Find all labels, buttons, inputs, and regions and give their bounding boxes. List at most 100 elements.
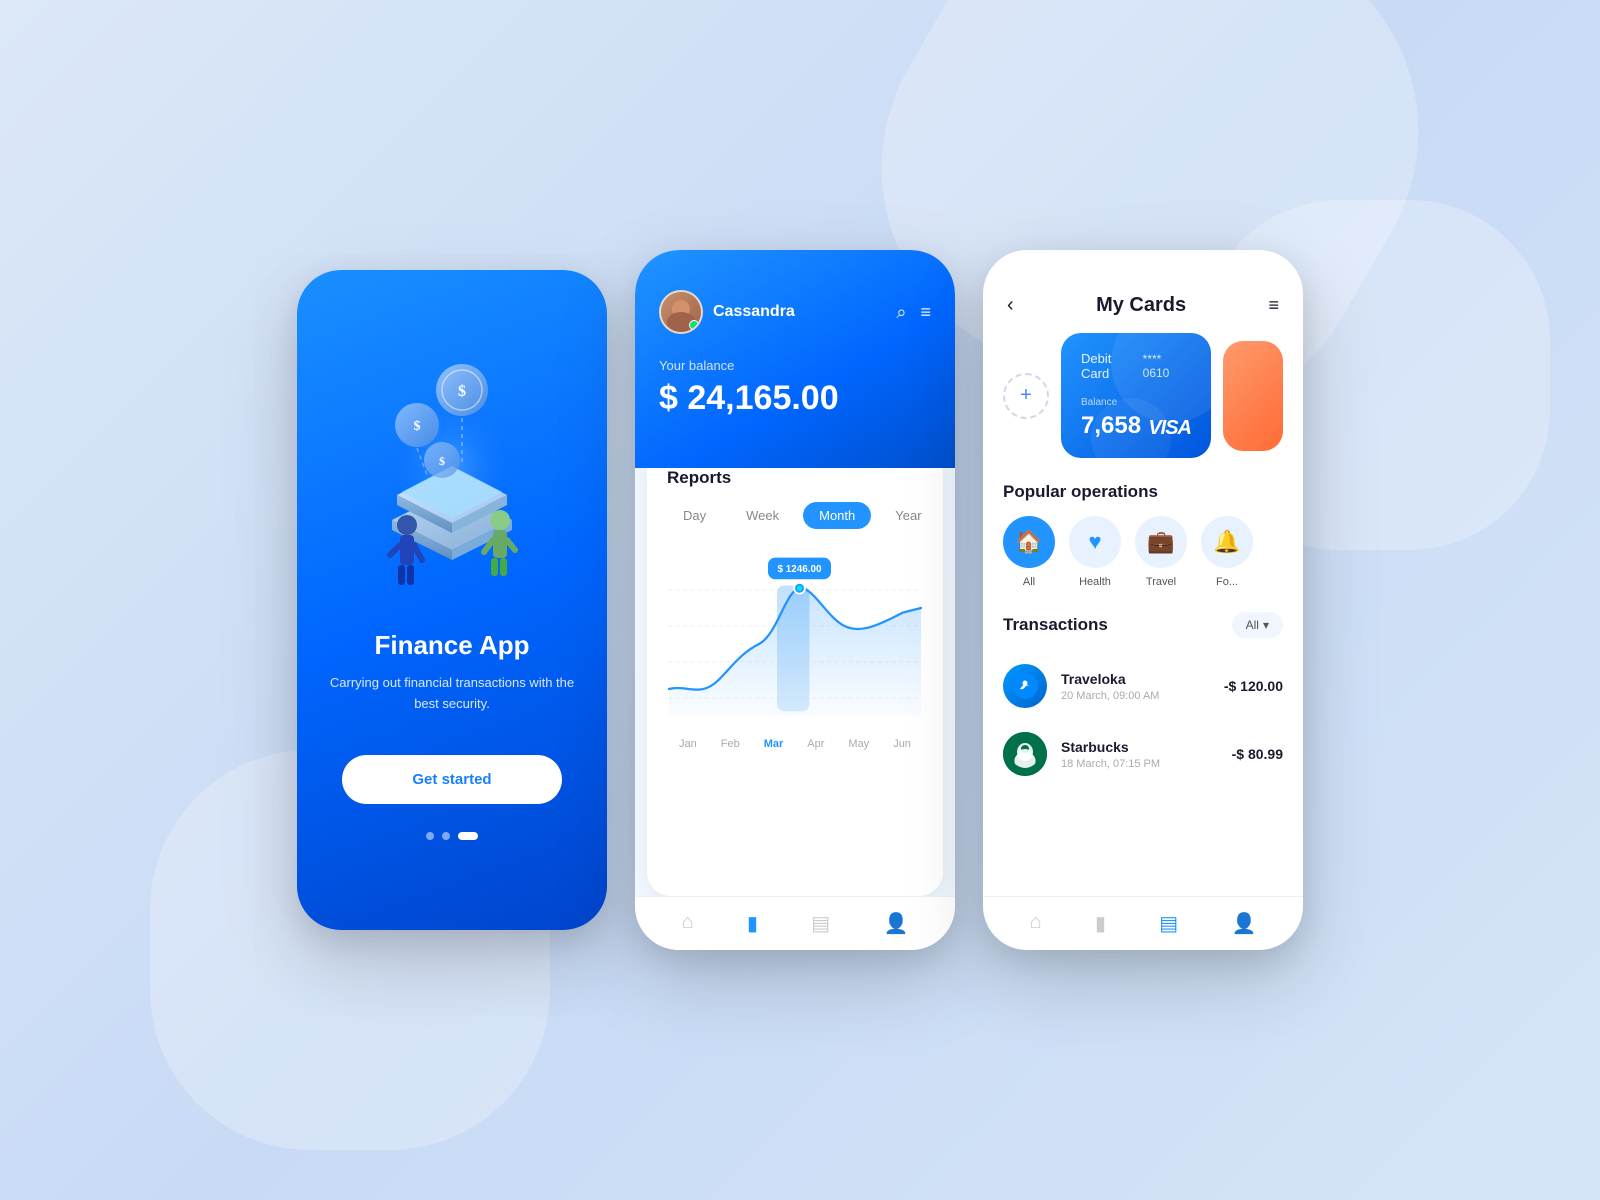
operation-health[interactable]: ♥ Health [1069,516,1121,588]
header-actions: ⌕ ≡ [896,302,931,323]
finance-app-title: Finance App [374,630,529,661]
my-cards-title: My Cards [1096,294,1186,317]
traveloka-name: Traveloka [1061,671,1210,687]
transactions-header: Transactions All ▾ [983,612,1303,638]
reports-title: Reports [667,468,923,488]
debit-card[interactable]: Debit Card **** 0610 Balance 7,658 VISA [1061,333,1211,458]
transaction-starbucks[interactable]: Starbucks 18 March, 07:15 PM -$ 80.99 [983,720,1303,788]
dashboard-header: Cassandra ⌕ ≡ Your balance $ 24,165.00 [635,250,955,468]
finance-illustration: $ $ $ [332,330,572,610]
finance-app-subtitle: Carrying out financial transactions with… [327,673,577,715]
nav-cards-icon-3[interactable]: ▤ [1159,911,1178,936]
menu-button[interactable]: ≡ [1268,295,1279,316]
card-balance-amount: 7,658 [1081,412,1141,440]
operation-all[interactable]: 🏠 All [1003,516,1055,588]
operation-travel-icon: 💼 [1135,516,1187,568]
header-top-row: Cassandra ⌕ ≡ [659,290,931,334]
nav-profile-icon[interactable]: 👤 [883,911,908,936]
card-top: Debit Card **** 0610 [1081,351,1191,381]
nav-home-icon-3[interactable]: ⌂ [1030,911,1042,936]
x-label-feb: Feb [721,738,740,750]
time-tabs: Day Week Month Year [667,502,923,529]
operation-health-label: Health [1079,576,1111,588]
back-button[interactable]: ‹ [1007,294,1014,317]
visa-logo: VISA [1148,417,1191,440]
dot-3 [458,832,478,840]
card-balance-label: Balance [1081,397,1191,408]
chart-area: Reports Day Week Month Year [647,448,943,896]
chart-x-labels: Jan Feb Mar Apr May Jun [667,730,923,762]
operation-food-icon: 🔔 [1201,516,1253,568]
page-dots [426,832,478,840]
operation-food[interactable]: 🔔 Fo... [1201,516,1253,588]
user-avatar [659,290,703,334]
operation-food-label: Fo... [1216,576,1238,588]
cards-section: + Debit Card **** 0610 Balance 7,658 VIS… [983,333,1303,458]
svg-text:$: $ [458,383,466,400]
tab-week[interactable]: Week [730,502,795,529]
x-label-jun: Jun [893,738,911,750]
menu-icon[interactable]: ≡ [920,302,931,323]
starbucks-info: Starbucks 18 March, 07:15 PM [1061,739,1218,770]
traveloka-date: 20 March, 09:00 AM [1061,690,1210,702]
starbucks-date: 18 March, 07:15 PM [1061,758,1218,770]
svg-text:$: $ [439,454,445,468]
phone-finance-app: $ $ $ [297,270,607,930]
phone-my-cards: ‹ My Cards ≡ + Debit Card **** 0610 Bala… [983,250,1303,950]
traveloka-logo [1003,664,1047,708]
starbucks-name: Starbucks [1061,739,1218,755]
phone-dashboard: Cassandra ⌕ ≡ Your balance $ 24,165.00 R… [635,250,955,950]
traveloka-info: Traveloka 20 March, 09:00 AM [1061,671,1210,702]
card-bottom: 7,658 VISA [1081,412,1191,440]
x-label-mar: Mar [764,738,784,750]
transactions-filter[interactable]: All ▾ [1232,612,1283,638]
nav-profile-icon-3[interactable]: 👤 [1231,911,1256,936]
starbucks-amount: -$ 80.99 [1232,746,1283,762]
x-label-jan: Jan [679,738,697,750]
operation-health-icon: ♥ [1069,516,1121,568]
operation-travel-label: Travel [1146,576,1176,588]
nav-chart-icon[interactable]: ▮ [747,911,758,936]
nav-home-icon[interactable]: ⌂ [682,911,694,936]
x-label-apr: Apr [807,738,824,750]
tab-month[interactable]: Month [803,502,871,529]
phones-container: $ $ $ [297,250,1303,950]
operations-row: 🏠 All ♥ Health 💼 Travel 🔔 Fo... [983,516,1303,588]
starbucks-logo [1003,732,1047,776]
get-started-button[interactable]: Get started [342,755,561,804]
chevron-down-icon: ▾ [1263,618,1269,632]
search-icon[interactable]: ⌕ [896,302,906,323]
nav-chart-icon-3[interactable]: ▮ [1095,911,1106,936]
chart-container: $ 1246.00 Jan Feb Mar Apr May Jun [667,545,923,896]
username-label: Cassandra [713,303,795,321]
transactions-title: Transactions [1003,615,1108,635]
phone1-content: $ $ $ [297,270,607,930]
online-indicator [689,320,699,330]
popular-operations-title: Popular operations [983,482,1303,502]
my-cards-header: ‹ My Cards ≡ [983,250,1303,333]
my-cards-bottom-nav: ⌂ ▮ ▤ 👤 [983,896,1303,950]
dashboard-bottom-nav: ⌂ ▮ ▤ 👤 [635,896,955,950]
operation-all-icon: 🏠 [1003,516,1055,568]
balance-label: Your balance [659,358,931,373]
plus-icon: + [1020,384,1032,407]
user-info: Cassandra [659,290,795,334]
operation-all-label: All [1023,576,1035,588]
dot-2 [442,832,450,840]
card-number-label: **** 0610 [1143,352,1191,380]
dot-1 [426,832,434,840]
transaction-traveloka[interactable]: Traveloka 20 March, 09:00 AM -$ 120.00 [983,652,1303,720]
operation-travel[interactable]: 💼 Travel [1135,516,1187,588]
svg-text:$ 1246.00: $ 1246.00 [778,564,822,575]
card-partial-orange [1223,341,1283,451]
filter-label: All [1246,618,1259,632]
tab-year[interactable]: Year [879,502,937,529]
svg-text:$: $ [414,419,421,434]
card-type-label: Debit Card [1081,351,1143,381]
nav-cards-icon[interactable]: ▤ [811,911,830,936]
x-label-may: May [848,738,869,750]
balance-amount: $ 24,165.00 [659,379,931,418]
tab-day[interactable]: Day [667,502,722,529]
add-card-button[interactable]: + [1003,373,1049,419]
traveloka-amount: -$ 120.00 [1224,678,1283,694]
